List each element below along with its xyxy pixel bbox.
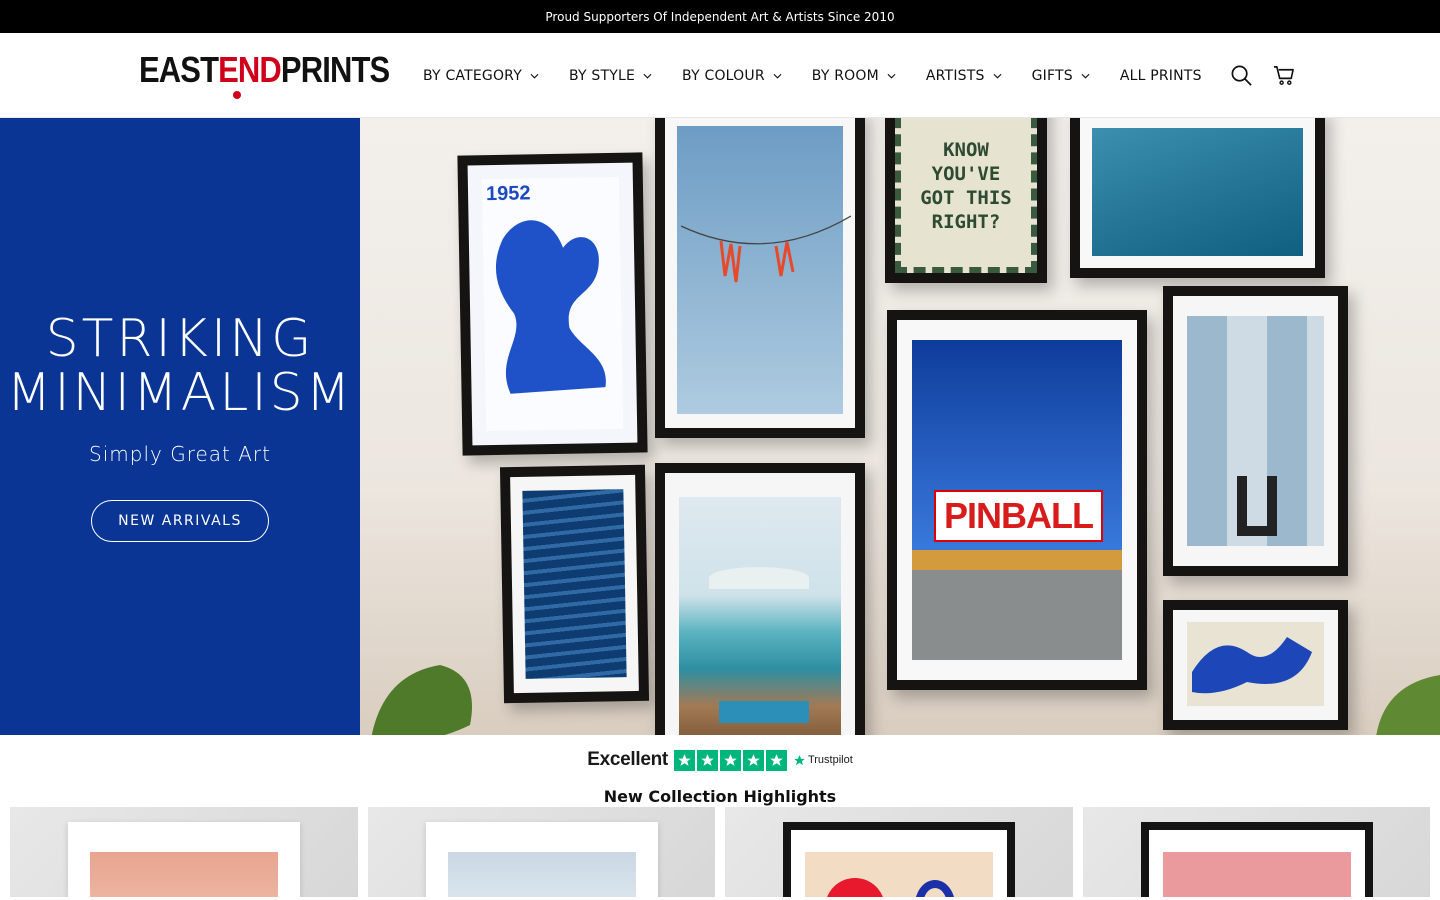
nav-label: BY ROOM: [811, 67, 879, 84]
framed-print-water: [499, 464, 650, 704]
nav-label: BY COLOUR: [682, 67, 765, 84]
star-icon: [742, 749, 764, 771]
logo-text-prints: PRINTS: [280, 49, 390, 90]
nav-by-category[interactable]: BY CATEGORY: [423, 68, 539, 84]
product-image: [783, 822, 1015, 897]
hero-title-line1: STRIKING: [45, 308, 315, 369]
nav-artists[interactable]: ARTISTS: [926, 68, 1002, 84]
framed-print-text-poster: KNOW YOU'VE GOT THIS RIGHT?: [885, 118, 1047, 283]
star-icon: [719, 749, 741, 771]
hero-title: STRIKING MINIMALISM: [6, 312, 353, 420]
framed-print-blue-nude: 1952: [457, 152, 648, 456]
plant-decoration: [1376, 675, 1440, 735]
nav-label: ALL PRINTS: [1119, 67, 1202, 84]
trustpilot-logo: Trustpilot: [793, 754, 853, 767]
framed-print-clothesline: [655, 118, 865, 438]
nav-all-prints[interactable]: ALL PRINTS: [1120, 68, 1202, 84]
trustpilot-rating-word: Excellent: [587, 749, 668, 770]
nav-gifts[interactable]: GIFTS: [1032, 68, 1090, 84]
trustpilot-star-icon: [794, 754, 805, 765]
header-icons: [1230, 33, 1296, 118]
new-arrivals-button[interactable]: NEW ARRIVALS: [91, 499, 269, 542]
nav-by-style[interactable]: BY STYLE: [569, 68, 652, 84]
trustpilot-widget[interactable]: Excellent Trustpilot: [0, 735, 1440, 785]
product-image: [68, 822, 300, 897]
announcement-text: Proud Supporters Of Independent Art & Ar…: [545, 9, 895, 24]
section-title: New Collection Highlights: [603, 787, 837, 806]
hero-subtitle: Simply Great Art: [89, 441, 271, 466]
product-card[interactable]: [725, 807, 1073, 897]
product-card[interactable]: [1082, 807, 1430, 897]
star-icon: [696, 749, 718, 771]
star-icon: [673, 749, 695, 771]
plant-decoration: [371, 665, 472, 735]
pinball-sign: PINBALL: [934, 490, 1103, 542]
chevron-down-icon: [643, 73, 652, 79]
product-grid: [0, 807, 1440, 897]
site-logo[interactable]: EASTENDPRINTS: [139, 49, 390, 99]
logo-text-east: EAST: [139, 49, 219, 90]
framed-print-collage: [1163, 286, 1348, 576]
product-card[interactable]: [367, 807, 715, 897]
pinball-sign-text: PINBALL: [944, 495, 1094, 536]
framed-print-blue-abstract: [1163, 600, 1348, 730]
hero-panel: STRIKING MINIMALISM Simply Great Art NEW…: [0, 118, 360, 735]
trustpilot-brand: Trustpilot: [807, 754, 853, 766]
hero-gallery-wall-image: 1952 KNOW YOU'VE GOT THIS RIGHT? PINBALL: [360, 118, 1440, 735]
nav-label: BY STYLE: [568, 67, 636, 84]
nav-label: BY CATEGORY: [423, 67, 522, 84]
chevron-down-icon: [773, 73, 782, 79]
nav-label: GIFTS: [1031, 67, 1073, 84]
site-header: EASTENDPRINTS BY CATEGORY BY STYLE BY CO…: [0, 33, 1440, 118]
chevron-down-icon: [993, 73, 1002, 79]
star-icon: [765, 749, 787, 771]
nav-by-colour[interactable]: BY COLOUR: [682, 68, 782, 84]
chevron-down-icon: [1081, 73, 1090, 79]
logo-text-end: END: [218, 49, 282, 90]
announcement-bar: Proud Supporters Of Independent Art & Ar…: [0, 0, 1440, 33]
chevron-down-icon: [887, 73, 896, 79]
framed-print-pinball: PINBALL: [887, 310, 1147, 690]
trustpilot-stars: [673, 749, 787, 771]
logo-dot: [232, 91, 241, 99]
product-image: [1140, 822, 1373, 897]
nav-label: ARTISTS: [925, 67, 985, 84]
nav-by-room[interactable]: BY ROOM: [812, 68, 896, 84]
chevron-down-icon: [530, 73, 539, 79]
hero-title-line2: MINIMALISM: [6, 362, 354, 423]
hero-banner: STRIKING MINIMALISM Simply Great Art NEW…: [0, 118, 1440, 735]
product-card[interactable]: [10, 807, 358, 897]
framed-print-beach: [655, 463, 865, 735]
poster-text: KNOW YOU'VE GOT THIS RIGHT?: [920, 138, 1012, 233]
cart-icon[interactable]: [1273, 64, 1296, 87]
main-nav: BY CATEGORY BY STYLE BY COLOUR BY ROOM A…: [423, 33, 1202, 118]
search-icon[interactable]: [1230, 64, 1253, 87]
product-image: [425, 822, 658, 897]
framed-print-ocean: [1070, 118, 1325, 278]
